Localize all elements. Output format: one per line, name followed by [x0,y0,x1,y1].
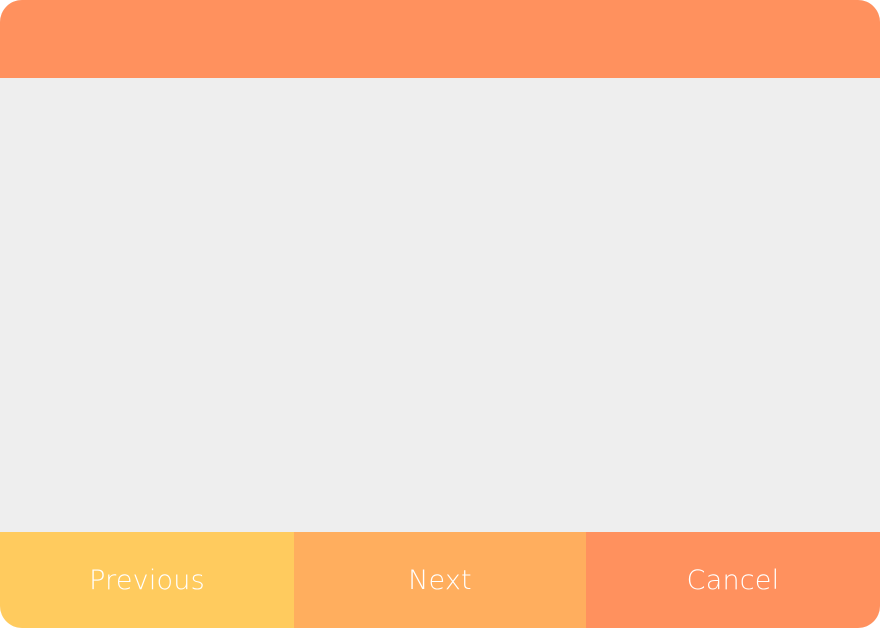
cancel-button[interactable]: Cancel [586,532,880,628]
dialog-content-area [0,78,880,532]
dialog-footer: Previous Next Cancel [0,532,880,628]
cancel-button-label: Cancel [686,564,780,596]
dialog-header [0,0,880,78]
previous-button[interactable]: Previous [0,532,294,628]
next-button[interactable]: Next [294,532,586,628]
wizard-dialog: Previous Next Cancel [0,0,880,628]
next-button-label: Next [408,564,472,596]
previous-button-label: Previous [89,564,205,596]
